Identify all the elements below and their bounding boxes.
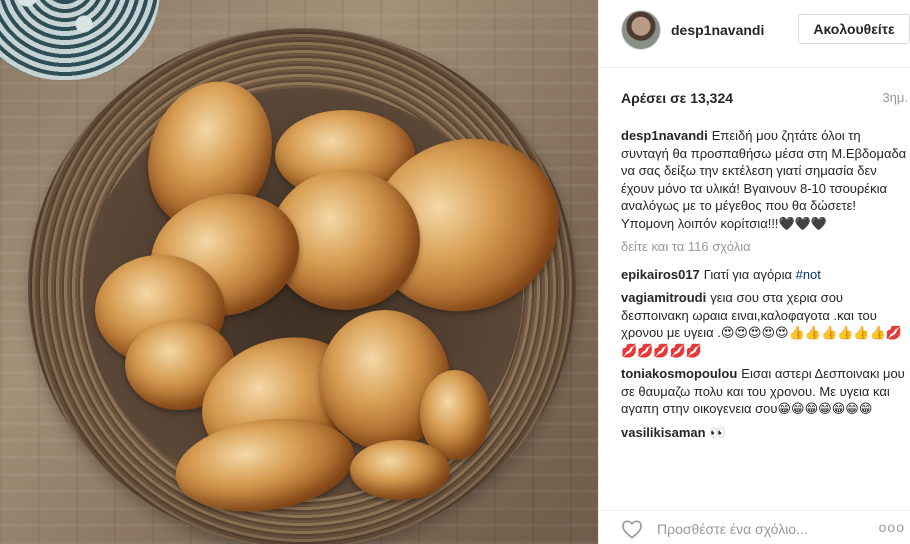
following-button[interactable]: Ακολουθείτε [798,14,910,44]
comment-username[interactable]: epikairos017 [621,267,700,282]
add-comment-input[interactable]: Προσθέστε ένα σχόλιο... [657,521,808,537]
list-item: vasilikisaman 👀 [621,424,907,442]
comment-username[interactable]: vasilikisaman [621,425,706,440]
list-item: toniakosmopoulou Εισαι αστερι Δεσποινακι … [621,365,907,418]
list-item: vagiamitroudi γεια σου στα χερια σου δεσπ… [621,289,907,359]
post-sidebar: desp1navandi Ακολουθείτε Αρέσει σε 13,32… [598,0,910,544]
caption: desp1navandi Επειδή μου ζητάτε όλοι τη συ… [621,127,907,232]
more-options-icon[interactable]: ooo [879,519,905,535]
comment-text: Γιατί για αγόρια [703,266,796,282]
post-username[interactable]: desp1navandi [671,22,764,38]
comment-username[interactable]: desp1navandi [621,128,708,143]
decorative-vase [0,0,160,80]
comment-username[interactable]: toniakosmopoulou [621,366,737,381]
hashtag-link[interactable]: #not [796,267,821,282]
view-all-comments-link[interactable]: δείτε και τα 116 σχόλια [621,238,907,256]
post-time[interactable]: 3ημ. [882,90,908,105]
bread-braid-piece [350,440,450,500]
post-photo[interactable] [0,0,598,544]
comment-text: 👀 [709,424,726,440]
heart-icon[interactable] [621,519,643,539]
comment-bar: Προσθέστε ένα σχόλιο... ooo [599,510,910,544]
comments-list: desp1navandi Επειδή μου ζητάτε όλοι τη συ… [621,127,907,447]
avatar[interactable] [621,10,661,50]
list-item: epikairos017 Γιατί για αγόρια #not [621,266,907,284]
post-header: desp1navandi Ακολουθείτε [599,0,910,68]
likes-count[interactable]: Αρέσει σε 13,324 [621,90,733,106]
comment-username[interactable]: vagiamitroudi [621,290,706,305]
comment-text: Επειδή μου ζητάτε όλοι τη συνταγή θα προ… [621,128,907,231]
